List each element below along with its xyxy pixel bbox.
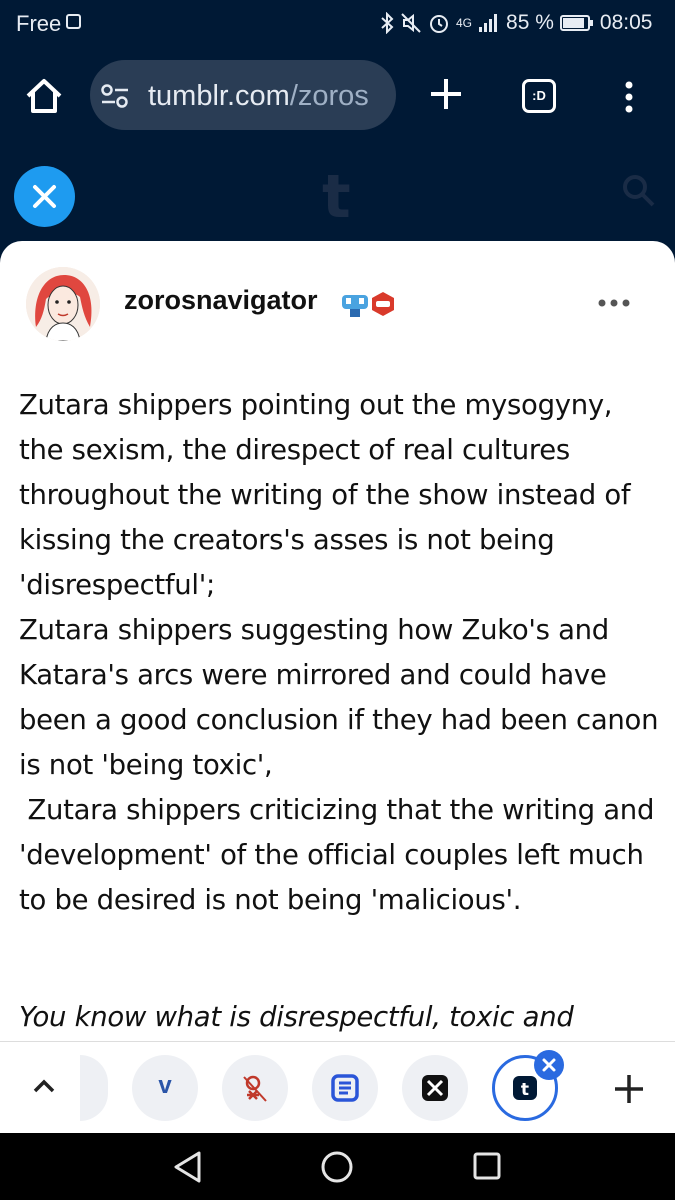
- username[interactable]: zorosnavigator: [124, 285, 318, 316]
- tumblr-logo: t: [322, 162, 351, 232]
- achievement-badge-icon: [372, 292, 394, 316]
- tab-thumbnail-x[interactable]: [402, 1055, 468, 1121]
- close-button[interactable]: [14, 166, 75, 227]
- post-card: zorosnavigator Zutara shippers pointing …: [0, 241, 675, 1041]
- tumblr-header: t: [0, 156, 675, 246]
- battery-icon: [559, 15, 593, 31]
- bluetooth-icon: [381, 12, 394, 34]
- post-paragraph: Zutara shippers criticizing that the wri…: [19, 794, 663, 916]
- document-icon: [331, 1074, 359, 1102]
- browser-toolbar: tumblr.com/zoros :D: [0, 46, 675, 156]
- tab-thumbnail-e[interactable]: [312, 1055, 378, 1121]
- alarm-icon: [430, 15, 448, 33]
- more-options-icon[interactable]: [596, 297, 632, 309]
- x-logo-icon: [422, 1075, 448, 1101]
- extension-icon: [243, 1075, 267, 1102]
- signal-icon: [479, 14, 498, 32]
- tab-thumbnail-ext[interactable]: [222, 1055, 288, 1121]
- close-tab-button[interactable]: [534, 1050, 564, 1080]
- tab-switcher-button[interactable]: :D: [522, 79, 556, 113]
- avatar[interactable]: [26, 267, 100, 341]
- back-icon[interactable]: [172, 1150, 204, 1184]
- search-icon[interactable]: [620, 172, 656, 208]
- sim-notification-icon: [66, 14, 81, 29]
- svg-text:t: t: [521, 1080, 529, 1100]
- recents-icon[interactable]: [472, 1151, 502, 1181]
- home-icon[interactable]: [24, 76, 64, 116]
- status-icons: 4G 85 % 08:05: [380, 9, 652, 37]
- network-type: 4G: [456, 15, 473, 30]
- tab-v-label: v: [158, 1072, 172, 1099]
- system-nav-bar: [0, 1133, 675, 1200]
- avatar-image: [26, 267, 100, 341]
- site-settings-icon[interactable]: [100, 82, 130, 110]
- post-paragraph: Zutara shippers suggesting how Zuko's an…: [19, 614, 667, 781]
- url-text: tumblr.com/zoros: [148, 80, 388, 113]
- tab-thumbnail-v[interactable]: v: [132, 1055, 198, 1121]
- clock: 08:05: [599, 11, 653, 34]
- add-icon[interactable]: [612, 1072, 646, 1106]
- close-icon: [33, 185, 56, 208]
- address-bar[interactable]: tumblr.com/zoros: [90, 60, 396, 130]
- chevron-up-icon[interactable]: [30, 1072, 58, 1100]
- close-icon: [542, 1058, 556, 1072]
- battery-percent: 85 %: [506, 11, 554, 34]
- post-body: Zutara shippers pointing out the mysogyn…: [19, 383, 664, 1040]
- more-menu-icon[interactable]: [622, 80, 636, 114]
- new-tab-icon[interactable]: [428, 76, 464, 112]
- bottom-tab-bar: v t: [0, 1041, 675, 1134]
- mute-icon: [401, 13, 421, 33]
- mascot-badge-icon: [342, 295, 368, 317]
- url-host: tumblr.com: [148, 80, 290, 112]
- post-paragraph-italic: You know what is disrespectful, toxic an…: [19, 1001, 574, 1033]
- carrier-label: Free: [16, 11, 62, 36]
- tab-thumbnail-partial[interactable]: [80, 1055, 108, 1121]
- status-bar: Free 4G 85 % 08:05: [0, 0, 675, 46]
- post-paragraph: Zutara shippers pointing out the mysogyn…: [19, 389, 639, 601]
- home-nav-icon[interactable]: [320, 1150, 354, 1184]
- url-path: /zoros: [289, 80, 369, 112]
